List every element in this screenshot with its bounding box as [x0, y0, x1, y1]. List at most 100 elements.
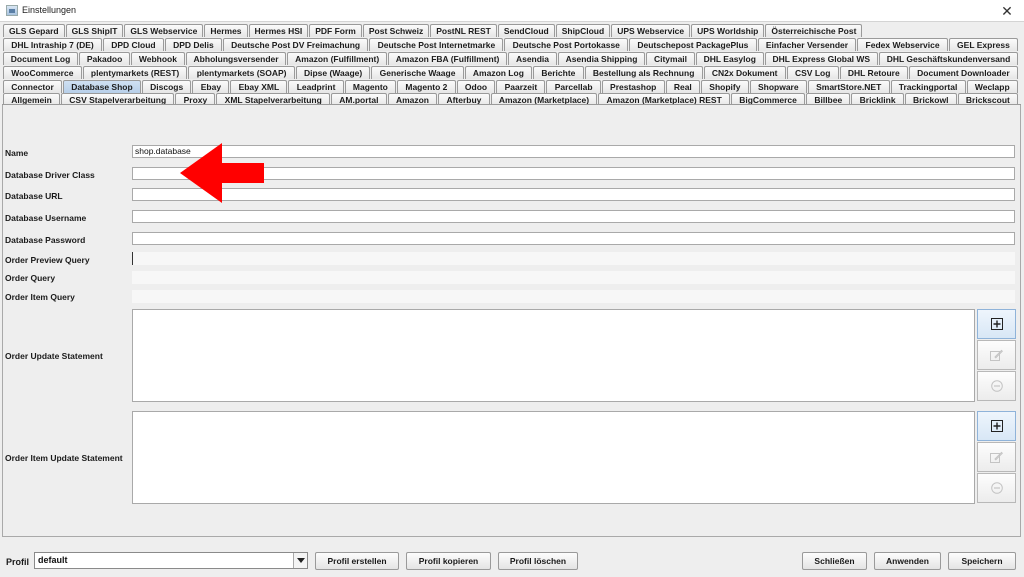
order-update-statement-list[interactable] [132, 309, 975, 402]
tab-dhl-express-global-ws[interactable]: DHL Express Global WS [764, 52, 878, 65]
tab-ups-worldship[interactable]: UPS Worldship [691, 24, 765, 37]
red-arrow-icon [180, 143, 264, 203]
tab-gls-shipit[interactable]: GLS ShipIT [65, 24, 124, 37]
tab-prestashop[interactable]: Prestashop [601, 80, 665, 93]
tab-dhl-intraship-7-de[interactable]: DHL Intraship 7 (DE) [3, 38, 102, 51]
tab-deutsche-post-dv-freimachung[interactable]: Deutsche Post DV Freimachung [222, 38, 369, 51]
profil-select-value: default [38, 555, 68, 565]
tab-parcellab[interactable]: Parcellab [546, 80, 601, 93]
tab-abholungsversender[interactable]: Abholungsversender [185, 52, 287, 65]
tab-ups-webservice[interactable]: UPS Webservice [611, 24, 691, 37]
tab-plentymarkets-rest[interactable]: plentymarkets (REST) [82, 66, 188, 79]
tab-hermes-hsi[interactable]: Hermes HSI [248, 24, 309, 37]
tab-real[interactable]: Real [665, 80, 701, 93]
tab-webhook[interactable]: Webhook [131, 52, 185, 65]
tab-deutsche-post-internetmarke[interactable]: Deutsche Post Internetmarke [369, 38, 504, 51]
tab-citymail[interactable]: Citymail [646, 52, 695, 65]
tab-shopware[interactable]: Shopware [749, 80, 807, 93]
tab-dhl-retoure[interactable]: DHL Retoure [839, 66, 908, 79]
tab-magento-2[interactable]: Magento 2 [397, 80, 456, 93]
tab-trackingportal[interactable]: Trackingportal [890, 80, 966, 93]
profil-loeschen-button[interactable]: Profil löschen [498, 552, 578, 570]
tab-österreichische-post[interactable]: Österreichische Post [765, 24, 863, 37]
tab-asendia[interactable]: Asendia [508, 52, 557, 65]
tab-dipse-waage[interactable]: Dipse (Waage) [295, 66, 371, 79]
tab-document-log[interactable]: Document Log [3, 52, 79, 65]
order-update-add-button[interactable] [977, 309, 1016, 339]
order-update-remove-button[interactable] [977, 371, 1016, 401]
tab-csv-log[interactable]: CSV Log [786, 66, 839, 79]
tab-discogs[interactable]: Discogs [141, 80, 192, 93]
tab-paarzeit[interactable]: Paarzeit [496, 80, 546, 93]
tab-cn2x-dokument[interactable]: CN2x Dokument [703, 66, 786, 79]
tab-amazon-fulfillment[interactable]: Amazon (Fulfillment) [287, 52, 388, 65]
tab-asendia-shipping[interactable]: Asendia Shipping [557, 52, 646, 65]
tab-deutschepost-packageplus[interactable]: Deutschepost PackagePlus [629, 38, 757, 51]
tab-ebay-xml[interactable]: Ebay XML [230, 80, 288, 93]
anwenden-button[interactable]: Anwenden [874, 552, 941, 570]
order-item-update-edit-button[interactable] [977, 442, 1016, 472]
tab-fedex-webservice[interactable]: Fedex Webservice [857, 38, 948, 51]
tab-document-downloader[interactable]: Document Downloader [908, 66, 1018, 79]
tab-dhl-geschäftskundenversand[interactable]: DHL Geschäftskundenversand [878, 52, 1019, 65]
database-password-input[interactable] [132, 232, 1015, 245]
tab-shipcloud[interactable]: ShipCloud [555, 24, 611, 37]
tab-leadprint[interactable]: Leadprint [288, 80, 344, 93]
tab-pdf-form[interactable]: PDF Form [309, 24, 362, 37]
tab-plentymarkets-soap[interactable]: plentymarkets (SOAP) [188, 66, 295, 79]
tab-amazon-log[interactable]: Amazon Log [464, 66, 533, 79]
order-item-update-remove-button[interactable] [977, 473, 1016, 503]
tab-gel-express[interactable]: GEL Express [948, 38, 1019, 51]
tab-pakadoo[interactable]: Pakadoo [79, 52, 131, 65]
tab-row: Connector Database Shop Discogs Ebay Ebay XM… [3, 80, 1019, 93]
database-driver-class-label: Database Driver Class [5, 170, 95, 180]
order-item-query-input[interactable] [132, 290, 1015, 303]
tab-einfacher-versender[interactable]: Einfacher Versender [757, 38, 857, 51]
tab-odoo[interactable]: Odoo [456, 80, 496, 93]
tab-magento[interactable]: Magento [344, 80, 397, 93]
profil-erstellen-button[interactable]: Profil erstellen [315, 552, 399, 570]
tab-row: GLS Gepard GLS ShipIT GLS Webservice Hermes… [3, 24, 863, 37]
tab-connector[interactable]: Connector [3, 80, 62, 93]
tab-deutsche-post-portokasse[interactable]: Deutsche Post Portokasse [504, 38, 629, 51]
order-update-statement-label: Order Update Statement [5, 351, 103, 361]
order-item-update-add-button[interactable] [977, 411, 1016, 441]
profil-select[interactable]: default [34, 552, 308, 569]
order-query-input[interactable] [132, 271, 1015, 284]
tab-weclapp[interactable]: Weclapp [966, 80, 1018, 93]
speichern-button[interactable]: Speichern [948, 552, 1016, 570]
tab-post-schweiz[interactable]: Post Schweiz [362, 24, 430, 37]
chevron-down-icon[interactable] [293, 553, 307, 568]
tab-hermes[interactable]: Hermes [204, 24, 248, 37]
order-query-label: Order Query [5, 273, 56, 283]
tab-gls-webservice[interactable]: GLS Webservice [124, 24, 204, 37]
tab-smartstore-net[interactable]: SmartStore.NET [807, 80, 890, 93]
tab-woocommerce[interactable]: WooCommerce [3, 66, 82, 79]
tab-postnl-rest[interactable]: PostNL REST [430, 24, 497, 37]
window-close-button[interactable]: ✕ [996, 1, 1018, 21]
tab-shopify[interactable]: Shopify [701, 80, 749, 93]
tab-ebay[interactable]: Ebay [192, 80, 230, 93]
tab-sendcloud[interactable]: SendCloud [497, 24, 555, 37]
order-item-query-label: Order Item Query [5, 292, 75, 302]
minus-circle-icon [990, 482, 1003, 494]
window-title: Einstellungen [22, 5, 77, 15]
tab-amazon-fba-fulfillment[interactable]: Amazon FBA (Fulfillment) [388, 52, 508, 65]
tab-dpd-cloud[interactable]: DPD Cloud [102, 38, 164, 51]
order-item-update-statement-list[interactable] [132, 411, 975, 504]
tab-dpd-delis[interactable]: DPD Delis [164, 38, 222, 51]
database-username-input[interactable] [132, 210, 1015, 223]
tab-database-shop[interactable]: Database Shop [63, 80, 141, 93]
tab-dhl-easylog[interactable]: DHL Easylog [695, 52, 764, 65]
order-preview-query-input[interactable] [132, 252, 1015, 265]
schliessen-button[interactable]: Schließen [802, 552, 867, 570]
tab-gls-gepard[interactable]: GLS Gepard [3, 24, 65, 37]
window-titlebar: Einstellungen ✕ [0, 0, 1024, 22]
tab-row: Document Log Pakadoo Webhook Abholungsverse… [3, 52, 1019, 65]
name-label: Name [5, 148, 29, 158]
order-update-edit-button[interactable] [977, 340, 1016, 370]
tab-bestellung-als-rechnung[interactable]: Bestellung als Rechnung [584, 66, 703, 79]
tab-berichte[interactable]: Berichte [533, 66, 584, 79]
tab-generische-waage[interactable]: Generische Waage [371, 66, 464, 79]
profil-kopieren-button[interactable]: Profil kopieren [406, 552, 491, 570]
